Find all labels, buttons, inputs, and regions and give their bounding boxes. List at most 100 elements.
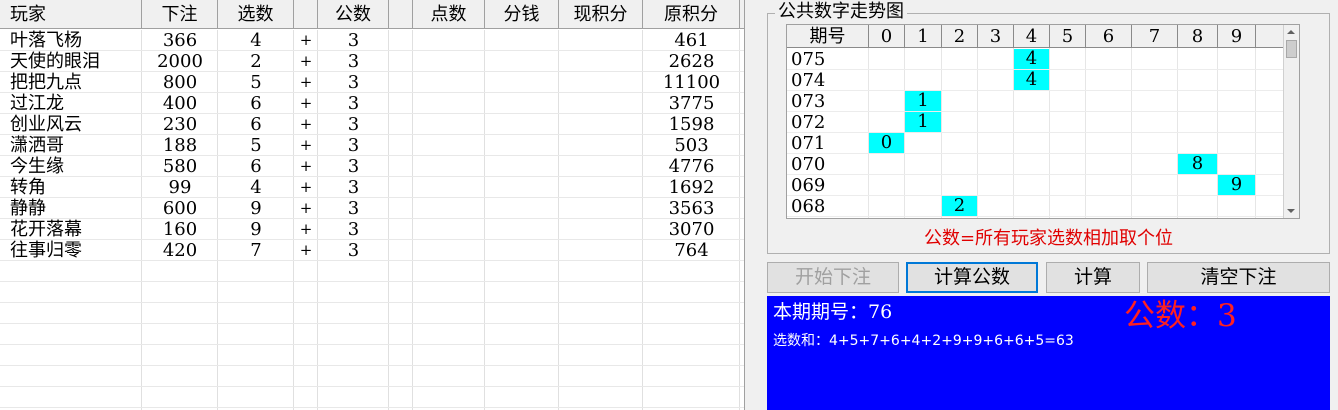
rule-note: 公数=所有玩家选数相加取个位 [923, 228, 1174, 249]
trend-col-line [1177, 48, 1178, 218]
cell-share [485, 177, 559, 198]
cell-op: + [299, 94, 313, 112]
trend-period: 073 [791, 91, 826, 112]
trend-col-line [1085, 48, 1086, 218]
cell-bet: 230 [162, 114, 198, 135]
trend-table[interactable]: 期号 0123456789 075 4 074 4 073 1 072 1 071 0 070 8 06… [786, 24, 1300, 219]
scroll-up-icon[interactable] [1287, 30, 1295, 34]
cell-op: + [299, 52, 313, 70]
trend-header-digit-5[interactable]: 5 [1050, 25, 1086, 48]
cell-share [485, 51, 559, 72]
cell-points [413, 156, 485, 177]
cell-public: 3 [347, 177, 360, 198]
clear-bets-button[interactable]: 清空下注 [1147, 262, 1330, 293]
cell-player: 今生缘 [10, 156, 64, 177]
cell-original: 764 [674, 240, 709, 261]
cell-original: 2628 [668, 51, 715, 72]
cell-public: 3 [347, 30, 360, 51]
trend-row-line [787, 111, 1287, 112]
cell-share [485, 240, 559, 261]
col-header-points[interactable]: 点数 [413, 0, 485, 29]
cell-points [413, 198, 485, 219]
grid-row-line [0, 50, 744, 51]
cell-op: + [299, 73, 313, 91]
table-row[interactable]: 转角 99 4 +3 1692 [0, 177, 744, 198]
calc-button[interactable]: 计算 [1046, 262, 1140, 293]
cell-op: + [299, 136, 313, 154]
table-row[interactable]: 潇洒哥 188 5 +3 503 [0, 135, 744, 156]
col-header-current[interactable]: 现积分 [559, 0, 643, 29]
trend-col-line [941, 48, 942, 218]
cell-op: + [299, 157, 313, 175]
cell-pick: 5 [250, 72, 262, 93]
calc-public-button[interactable]: 计算公数 [906, 262, 1038, 293]
trend-col-line [1255, 48, 1256, 218]
cell-original: 3070 [668, 219, 715, 240]
table-row[interactable]: 过江龙 400 6 +3 3775 [0, 93, 744, 114]
col-header-blank[interactable] [389, 0, 413, 29]
trend-header-digit-1[interactable]: 1 [905, 25, 942, 48]
cell-bet: 188 [162, 135, 198, 156]
table-row[interactable]: 把把九点 800 5 +3 11100 [0, 72, 744, 93]
trend-period: 068 [791, 196, 826, 217]
cell-original: 1692 [668, 177, 715, 198]
trend-header-digit-9[interactable]: 9 [1218, 25, 1256, 48]
col-header-share[interactable]: 分钱 [485, 0, 559, 29]
cell-current [559, 177, 643, 198]
cell-original: 461 [674, 30, 709, 51]
trend-header-digit-0[interactable]: 0 [869, 25, 905, 48]
table-row[interactable]: 创业风云 230 6 +3 1598 [0, 114, 744, 135]
col-header-original[interactable]: 原积分 [643, 0, 740, 29]
cell-bet: 600 [162, 198, 198, 219]
table-row[interactable]: 静静 600 9 +3 3563 [0, 198, 744, 219]
trend-header-digit-2[interactable]: 2 [942, 25, 978, 48]
cell-pick: 6 [250, 93, 262, 114]
grid-row-line [0, 134, 744, 135]
grid-row-line [0, 323, 744, 324]
col-header-op[interactable] [294, 0, 318, 29]
table-row[interactable]: 叶落飞杨 366 4 +3 461 [0, 30, 744, 51]
col-header-public[interactable]: 公数 [318, 0, 389, 29]
cell-current [559, 51, 643, 72]
trend-hit-cell: 8 [1178, 154, 1217, 174]
cell-player: 潇洒哥 [10, 135, 64, 156]
cell-original: 1598 [668, 114, 715, 135]
trend-hit-cell: 0 [869, 133, 904, 153]
cell-points [413, 177, 485, 198]
cell-current [559, 114, 643, 135]
scroll-down-icon[interactable] [1287, 209, 1295, 213]
trend-header-period[interactable]: 期号 [787, 25, 869, 48]
col-header-bet[interactable]: 下注 [142, 0, 218, 29]
scroll-thumb[interactable] [1286, 40, 1297, 58]
col-header-pick[interactable]: 选数 [218, 0, 294, 29]
cell-current [559, 198, 643, 219]
trend-header-digit-3[interactable]: 3 [978, 25, 1014, 48]
pick-sum-line: 选数和：4+5+7+6+4+2+9+9+6+6+5=63 [773, 333, 1074, 349]
cell-bet: 2000 [157, 51, 203, 72]
trend-period: 070 [791, 154, 826, 175]
cell-points [413, 240, 485, 261]
cell-pick: 7 [250, 240, 262, 261]
player-grid[interactable]: 玩家 下注 选数 公数 点数 分钱 现积分 原积分 叶落飞杨 366 4 +3 461 天… [0, 0, 745, 410]
public-number-display: 公数：3 [1124, 298, 1237, 334]
cell-share [485, 72, 559, 93]
trend-header-digit-6[interactable]: 6 [1086, 25, 1132, 48]
cell-player: 天使的眼泪 [10, 51, 100, 72]
cell-points [413, 51, 485, 72]
trend-header-digit-4[interactable]: 4 [1014, 25, 1050, 48]
cell-original: 11100 [662, 72, 721, 93]
table-row[interactable]: 花开落幕 160 9 +3 3070 [0, 219, 744, 240]
col-header-player[interactable]: 玩家 [0, 0, 142, 29]
start-betting-button[interactable]: 开始下注 [767, 262, 899, 293]
trend-header-filler [1256, 25, 1286, 48]
grid-row-line [0, 281, 744, 282]
grid-row-line [0, 155, 744, 156]
trend-header-digit-7[interactable]: 7 [1132, 25, 1178, 48]
table-row[interactable]: 今生缘 580 6 +3 4776 [0, 156, 744, 177]
trend-scrollbar[interactable] [1283, 25, 1299, 218]
grid-row-line [0, 344, 744, 345]
trend-header-digit-8[interactable]: 8 [1178, 25, 1218, 48]
cell-points [413, 93, 485, 114]
table-row[interactable]: 往事归零 420 7 +3 764 [0, 240, 744, 261]
table-row[interactable]: 天使的眼泪 2000 2 +3 2628 [0, 51, 744, 72]
